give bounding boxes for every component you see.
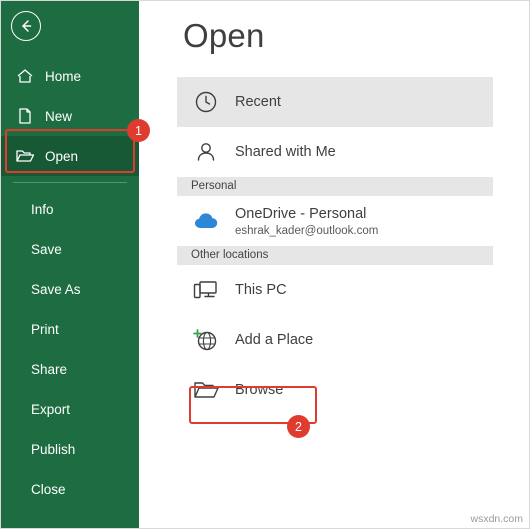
step-badge-2: 2 [287, 415, 310, 438]
location-sublabel: eshrak_kader@outlook.com [235, 225, 379, 238]
location-browse[interactable]: Browse [177, 365, 493, 415]
sidebar-item-save[interactable]: Save [1, 229, 139, 269]
new-document-icon [14, 105, 36, 127]
watermark: wsxdn.com [470, 513, 523, 525]
location-shared-with-me[interactable]: Shared with Me [177, 127, 493, 177]
sidebar-items: Home New Open Info Save Save As Print Sh… [1, 56, 139, 509]
location-label: OneDrive - Personal [235, 205, 367, 222]
sidebar-item-label: Save As [31, 281, 81, 297]
group-label-other-locations: Other locations [177, 246, 493, 265]
location-recent[interactable]: Recent [177, 77, 493, 127]
sidebar-item-open[interactable]: Open [1, 136, 139, 176]
sidebar-divider [13, 182, 127, 183]
step-badge-1: 1 [127, 119, 150, 142]
sidebar-item-share[interactable]: Share [1, 349, 139, 389]
add-a-place-icon [191, 325, 221, 355]
page-title: Open [183, 17, 265, 54]
sidebar-item-info[interactable]: Info [1, 189, 139, 229]
home-icon [14, 65, 36, 87]
excel-backstage-open-screen: Home New Open Info Save Save As Print Sh… [0, 0, 530, 529]
location-label: Browse [235, 381, 284, 398]
sidebar-item-print[interactable]: Print [1, 309, 139, 349]
sidebar-item-label: Share [31, 361, 68, 377]
location-label: This PC [235, 281, 287, 298]
location-label: Recent [235, 93, 281, 110]
sidebar-item-label: Print [31, 321, 59, 337]
sidebar-item-label: Home [45, 68, 82, 84]
sidebar-item-label: Info [31, 201, 54, 217]
this-pc-icon [191, 275, 221, 305]
sidebar-item-save-as[interactable]: Save As [1, 269, 139, 309]
sidebar-item-label: Save [31, 241, 62, 257]
location-text-block: OneDrive - Personal eshrak_kader@outlook… [235, 205, 378, 237]
sidebar-item-home[interactable]: Home [1, 56, 139, 96]
browse-folder-icon [191, 375, 221, 405]
group-label-personal: Personal [177, 177, 493, 196]
backstage-sidebar: Home New Open Info Save Save As Print Sh… [1, 1, 139, 528]
person-icon [191, 137, 221, 167]
location-add-a-place[interactable]: Add a Place [177, 315, 493, 365]
onedrive-cloud-icon [191, 206, 221, 236]
sidebar-item-label: Close [31, 481, 66, 497]
location-label: Shared with Me [235, 143, 336, 160]
location-onedrive-personal[interactable]: OneDrive - Personal eshrak_kader@outlook… [177, 196, 493, 246]
sidebar-item-label: New [45, 108, 73, 124]
sidebar-item-label: Publish [31, 441, 76, 457]
open-pane: Open Recent Shared with Me Personal OneD… [139, 1, 529, 528]
sidebar-item-new[interactable]: New [1, 96, 139, 136]
sidebar-item-label: Export [31, 401, 71, 417]
location-this-pc[interactable]: This PC [177, 265, 493, 315]
sidebar-item-label: Open [45, 148, 79, 164]
open-folder-icon [14, 145, 36, 167]
sidebar-item-publish[interactable]: Publish [1, 429, 139, 469]
location-label: Add a Place [235, 331, 314, 348]
back-button[interactable] [11, 11, 41, 41]
clock-icon [191, 87, 221, 117]
sidebar-item-close[interactable]: Close [1, 469, 139, 509]
sidebar-item-export[interactable]: Export [1, 389, 139, 429]
open-locations-list: Recent Shared with Me Personal OneDrive … [177, 77, 493, 415]
back-arrow-icon [18, 18, 34, 34]
